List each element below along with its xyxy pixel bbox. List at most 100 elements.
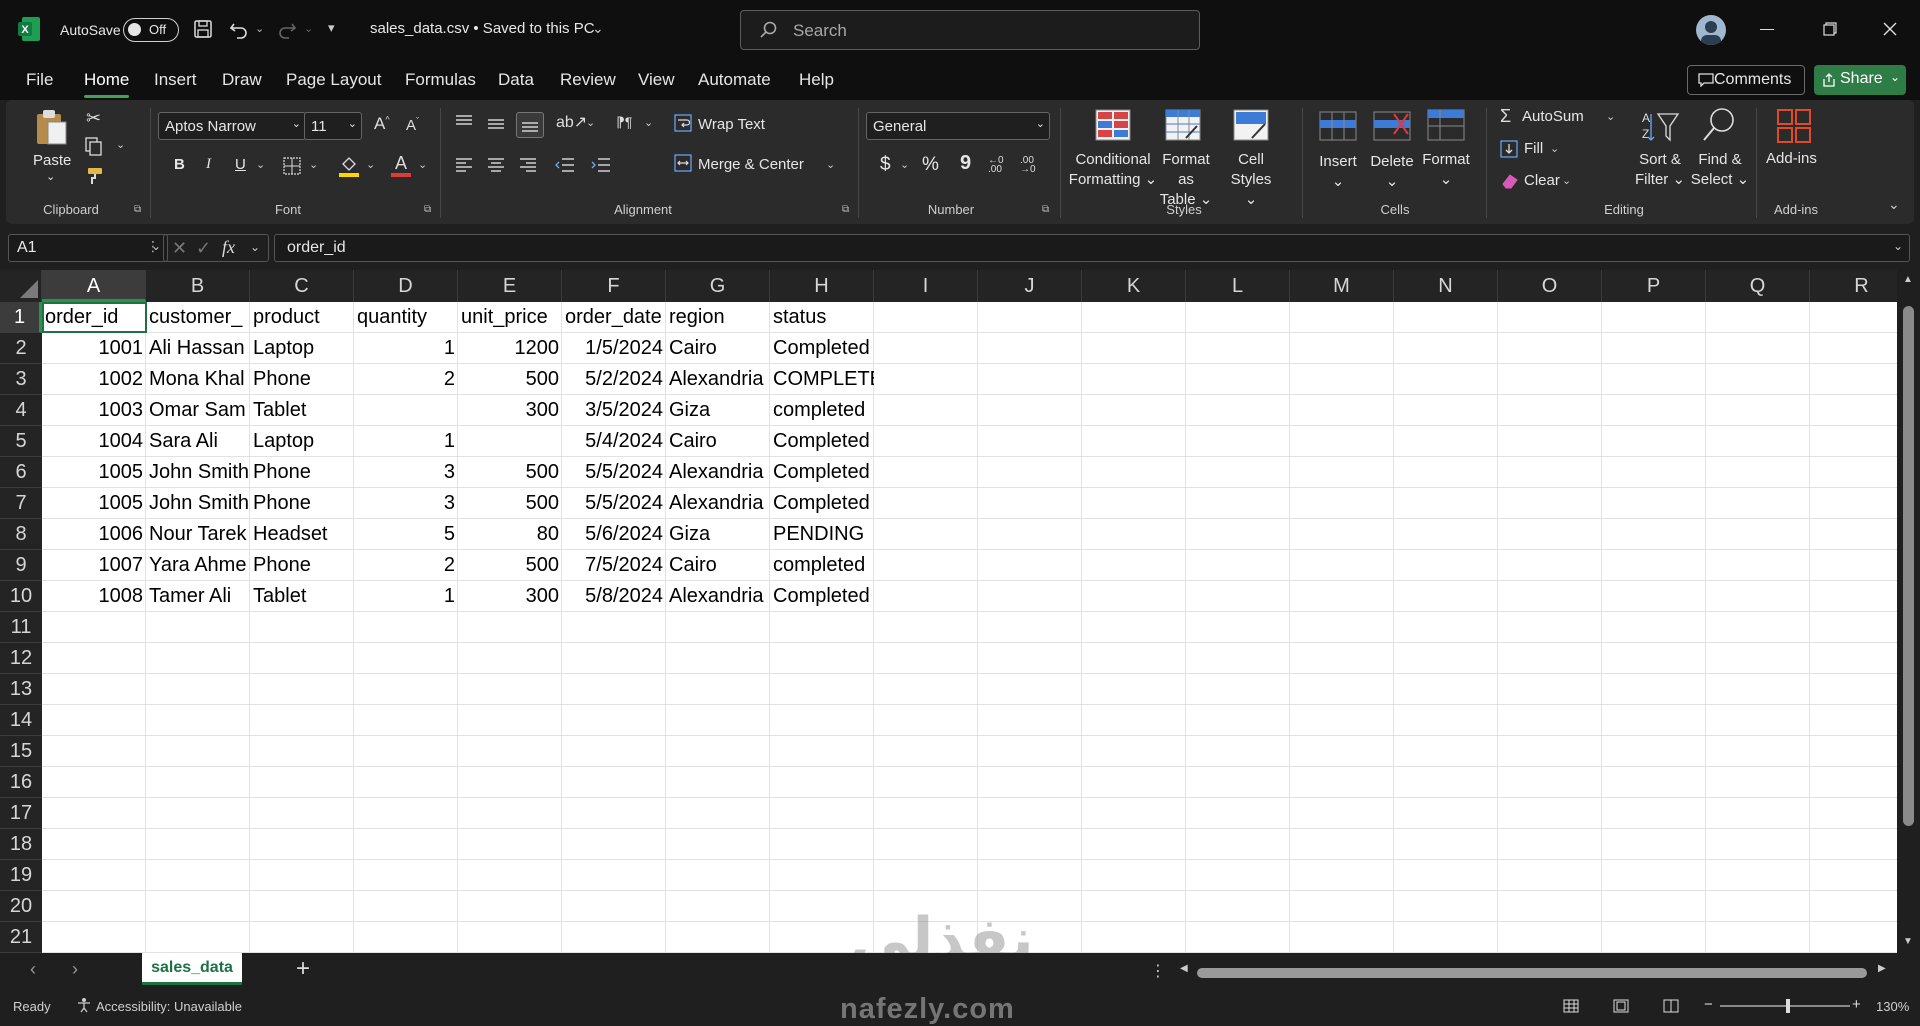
fx-dropdown-icon[interactable]: ⌄ [250,240,260,254]
font-color-dropdown-icon[interactable]: ⌄ [418,158,427,171]
close-icon[interactable] [1883,22,1897,36]
customize-toolbar-icon[interactable]: ▾ [328,20,335,36]
fill-button[interactable]: Fill [1524,140,1543,157]
bold-button[interactable]: B [174,156,185,173]
cell-b3[interactable]: Mona Khal [146,364,250,395]
fill-color-icon[interactable] [338,154,360,178]
row-header-9[interactable]: 9 [0,550,42,581]
file-name[interactable]: sales_data.csv • Saved to this PC [370,20,595,37]
formula-input[interactable]: order_id ⌄ [274,234,1910,262]
cell-d6[interactable]: 3 [354,457,458,488]
search-box[interactable]: Search [740,10,1200,50]
page-break-view-icon[interactable] [1663,999,1679,1013]
borders-icon[interactable] [282,156,302,176]
sheet-options-icon[interactable]: ⋮ [1150,961,1166,981]
merge-center-icon[interactable] [674,154,692,172]
row-header-6[interactable]: 6 [0,457,42,488]
font-name-select[interactable]: Aptos Narrow ⌄ [158,112,306,140]
text-direction-dropdown-icon[interactable]: ⌄ [644,116,653,129]
cell-h6[interactable]: Completed [770,457,874,488]
cell-b4[interactable]: Omar Sam [146,395,250,426]
undo-dropdown-icon[interactable]: ⌄ [255,22,264,35]
cell-c3[interactable]: Phone [250,364,354,395]
row-header-14[interactable]: 14 [0,705,42,736]
ribbon-collapse-icon[interactable]: ⌄ [1888,196,1900,213]
save-icon[interactable] [193,19,213,39]
cell-b8[interactable]: Nour Tarek [146,519,250,550]
spreadsheet-grid[interactable]: ABCDEFGHIJKLMNOPQR 1 2 3 4 5 6 7 8 9 10 11 12 13 14 15… [0,270,1920,953]
underline-dropdown-icon[interactable]: ⌄ [256,158,265,171]
copy-dropdown-icon[interactable]: ⌄ [116,138,125,151]
font-launcher-icon[interactable]: ⧉ [424,204,431,215]
cell-g3[interactable]: Alexandria [666,364,770,395]
cell-g2[interactable]: Cairo [666,333,770,364]
row-header-1[interactable]: 1 [0,302,42,333]
column-header-k[interactable]: K [1082,270,1186,302]
menu-file[interactable]: File [26,70,53,90]
scroll-down-icon[interactable]: ▼ [1903,936,1913,947]
menu-home[interactable]: Home [84,70,130,98]
cell-d9[interactable]: 2 [354,550,458,581]
cell-g10[interactable]: Alexandria [666,581,770,612]
cell-h10[interactable]: Completed [770,581,874,612]
column-header-c[interactable]: C [250,270,354,302]
cell-f7[interactable]: 5/5/2024 [562,488,666,519]
cell-g6[interactable]: Alexandria [666,457,770,488]
column-header-i[interactable]: I [874,270,978,302]
row-header-12[interactable]: 12 [0,643,42,674]
zoom-slider[interactable] [1720,999,1850,1013]
sort-filter-icon[interactable]: AZ [1640,108,1680,144]
cell-b2[interactable]: Ali Hassan [146,333,250,364]
autosum-dropdown-icon[interactable]: ⌄ [1606,110,1615,123]
number-format-select[interactable]: General ⌄ [866,112,1050,140]
add-ins-button[interactable]: Add-ins [1766,150,1817,167]
copy-icon[interactable] [84,136,104,156]
underline-button[interactable]: U [235,156,246,173]
cell-a4[interactable]: 1003 [42,395,146,426]
redo-dropdown-icon[interactable]: ⌄ [304,22,313,35]
cell-h2[interactable]: Completed [770,333,874,364]
paste-icon[interactable] [34,108,68,148]
cell-d1[interactable]: quantity [354,302,458,333]
currency-button[interactable]: $ [880,154,891,176]
scroll-left-icon[interactable]: ◀ [1180,963,1188,974]
delete-cells-label[interactable]: Delete ⌄ [1366,152,1418,192]
cut-icon[interactable]: ✂ [86,108,101,129]
cell-e9[interactable]: 500 [458,550,562,581]
vertical-scrollbar[interactable]: ▲ ▼ [1897,270,1920,953]
cell-b5[interactable]: Sara Ali [146,426,250,457]
cell-e1[interactable]: unit_price [458,302,562,333]
align-center-icon[interactable] [486,156,506,174]
cell-e7[interactable]: 500 [458,488,562,519]
cell-c7[interactable]: Phone [250,488,354,519]
cell-a5[interactable]: 1004 [42,426,146,457]
format-cells-icon[interactable] [1426,108,1466,144]
menu-automate[interactable]: Automate [698,70,771,90]
row-header-13[interactable]: 13 [0,674,42,705]
cell-d7[interactable]: 3 [354,488,458,519]
format-as-table-label[interactable]: Format as Table ⌄ [1158,150,1214,210]
row-header-18[interactable]: 18 [0,829,42,860]
comments-button[interactable]: Comments [1687,65,1805,95]
column-header-h[interactable]: H [770,270,874,302]
menu-help[interactable]: Help [799,70,834,90]
horizontal-scroll-thumb[interactable] [1197,968,1867,978]
merge-center-button[interactable]: Merge & Center [698,156,804,173]
formula-bar-handle-icon[interactable]: ⋮ [146,238,160,255]
cell-b7[interactable]: John Smith [146,488,250,519]
cell-c1[interactable]: product [250,302,354,333]
text-direction-icon[interactable]: ⁋¶ [616,114,632,131]
cell-f6[interactable]: 5/5/2024 [562,457,666,488]
align-bottom-icon[interactable] [516,112,544,138]
cell-b10[interactable]: Tamer Ali [146,581,250,612]
restore-icon[interactable] [1823,22,1837,36]
zoom-slider-thumb[interactable] [1786,999,1790,1013]
zoom-out-icon[interactable]: − [1704,996,1713,1013]
menu-data[interactable]: Data [498,70,534,90]
cell-g8[interactable]: Giza [666,519,770,550]
cell-f8[interactable]: 5/6/2024 [562,519,666,550]
cell-d8[interactable]: 5 [354,519,458,550]
select-all-corner[interactable] [0,270,42,302]
scroll-right-icon[interactable]: ▶ [1878,963,1886,974]
autosum-icon[interactable]: Σ [1500,106,1511,127]
